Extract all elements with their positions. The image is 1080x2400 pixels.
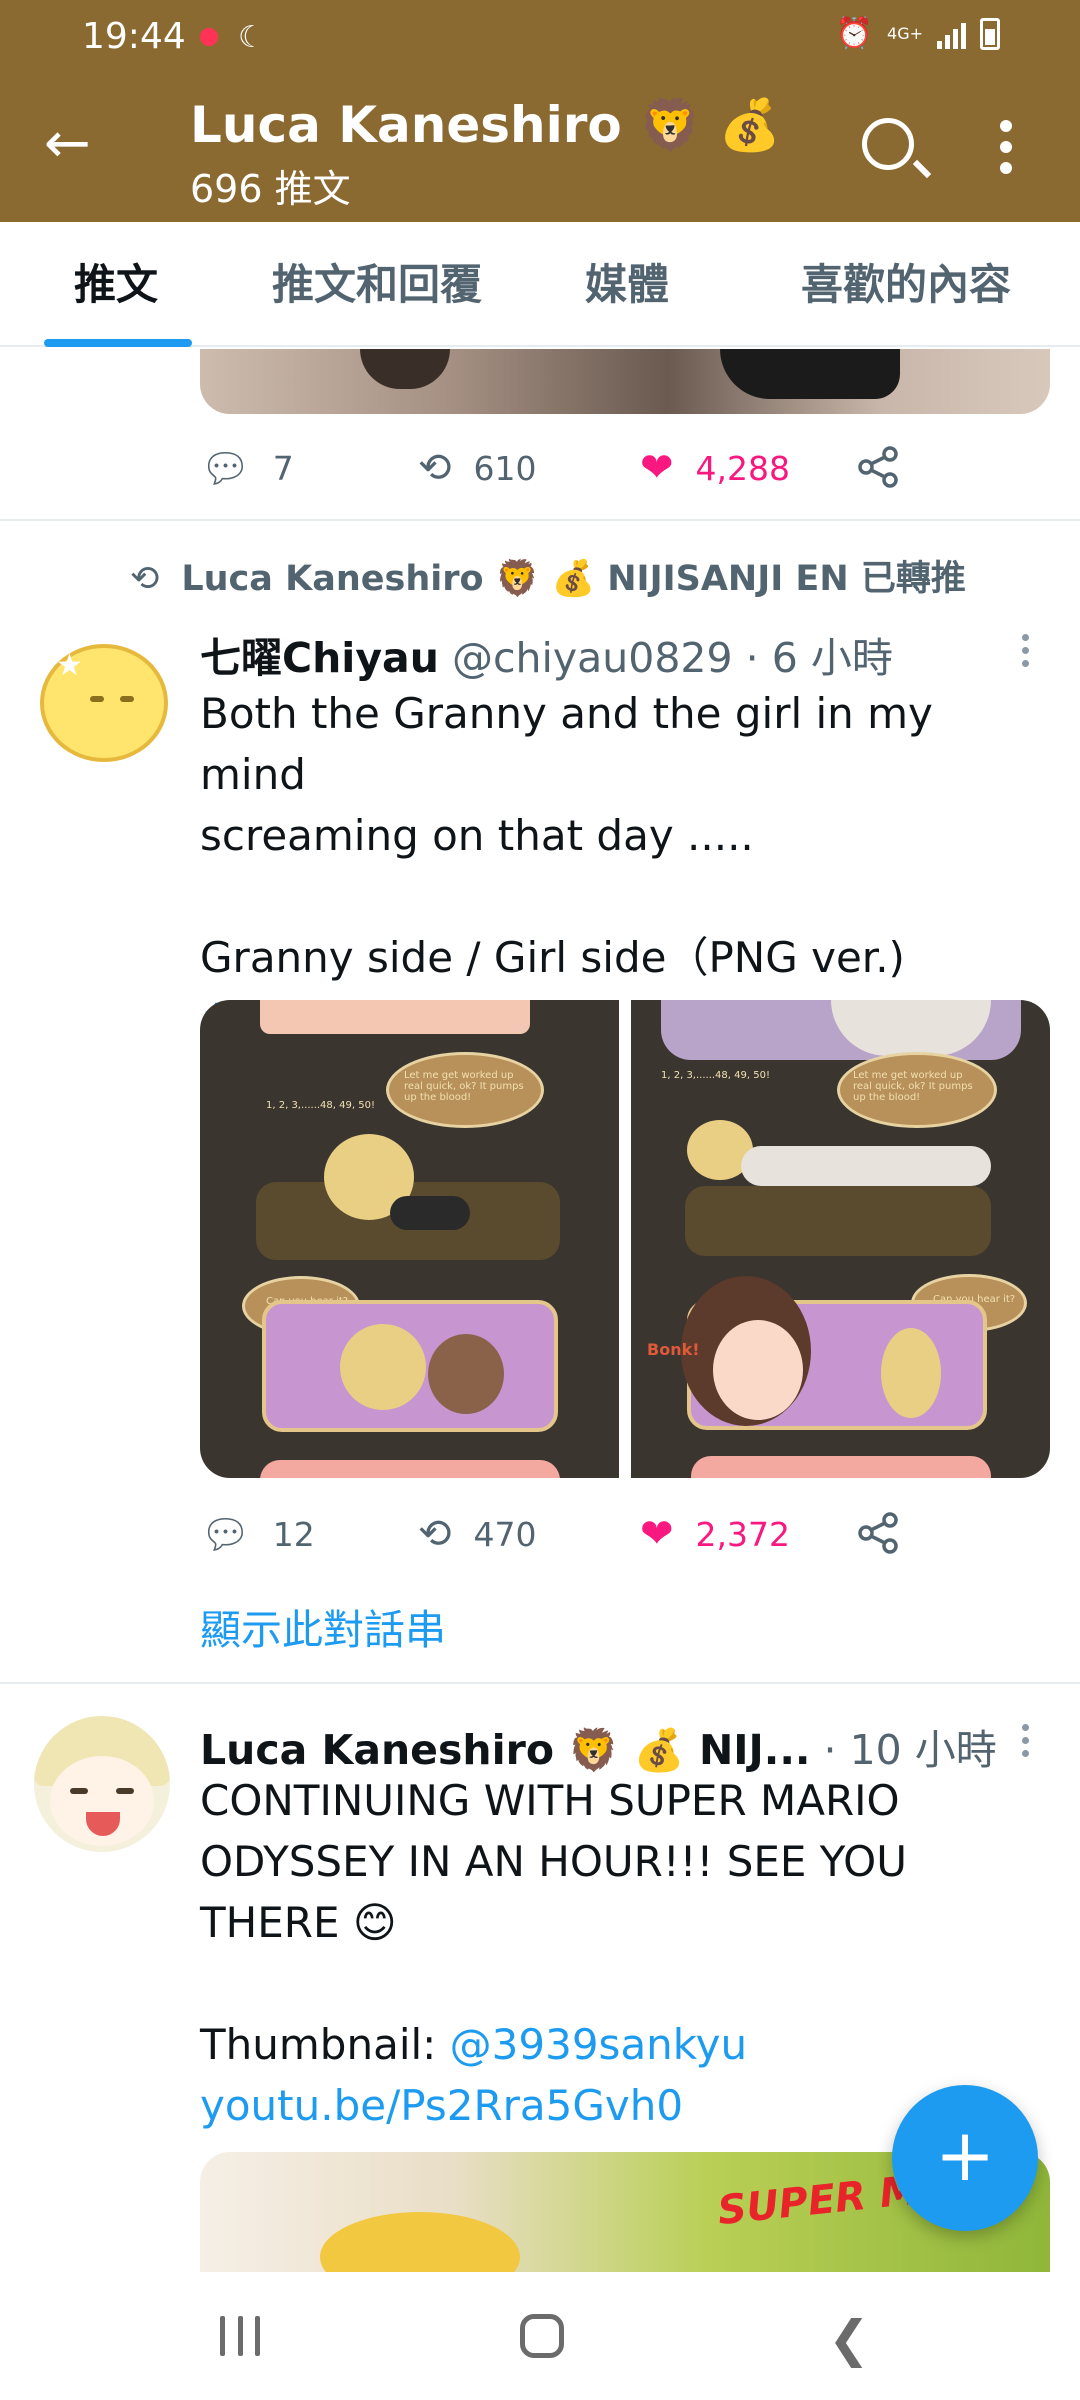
tweet-actions: 💬︎ 12 ⟲ 470 ❤ 2,372 bbox=[200, 1504, 920, 1564]
retweet-context-label: Luca Kaneshiro 🦁 💰 NIJISANJI EN 已轉推 bbox=[181, 559, 966, 599]
reply-button[interactable]: 💬︎ 7 bbox=[200, 438, 294, 498]
share-icon[interactable] bbox=[856, 444, 902, 490]
retweet-icon: ⟲ bbox=[130, 559, 160, 599]
previous-tweet-actions: 💬︎ 7 ⟲ 610 ❤ 4,288 bbox=[200, 438, 920, 498]
retweet-button[interactable]: ⟲ 610 bbox=[418, 438, 537, 498]
tweet-text-line: THERE 😊 bbox=[200, 1898, 397, 1947]
recent-apps-icon[interactable] bbox=[220, 2316, 260, 2356]
tweet-text-line: Thumbnail: @3939sankyu bbox=[200, 2014, 1040, 2075]
avatar[interactable]: ★ bbox=[34, 634, 170, 770]
author-handle-time[interactable]: @chiyau0829 · 6 小時 bbox=[452, 634, 893, 682]
tweet-text-line: Granny side / Girl side（PNG ver.) bbox=[200, 933, 905, 982]
avatar[interactable] bbox=[34, 1716, 170, 1852]
reply-icon: 💬︎ bbox=[200, 1511, 251, 1558]
profile-title: Luca Kaneshiro 🦁 💰 … bbox=[190, 96, 790, 154]
tweet-image-pair: Let me get worked up real quick, ok? It … bbox=[200, 1000, 1050, 1478]
reply-button[interactable]: 💬︎ 12 bbox=[200, 1504, 315, 1564]
profile-header: 19:44 ☾ ⏰ 4G+ ← Luca Kaneshiro 🦁 💰 … 696… bbox=[0, 0, 1080, 222]
tweet-header: 七曜Chiyau @chiyau0829 · 6 小時 bbox=[200, 624, 893, 684]
image-caption: 1, 2, 3,......48, 49, 50! bbox=[266, 1100, 375, 1111]
network-type: 4G+ bbox=[887, 23, 923, 43]
tab-media[interactable]: 媒體 bbox=[522, 222, 732, 347]
heart-icon: ❤ bbox=[640, 1511, 674, 1557]
show-thread-link[interactable]: 顯示此對話串 bbox=[200, 1596, 446, 1656]
reply-icon: 💬︎ bbox=[200, 445, 251, 492]
divider bbox=[0, 1682, 1080, 1684]
like-count: 4,288 bbox=[695, 448, 790, 488]
reply-count: 7 bbox=[272, 448, 294, 488]
status-time: 19:44 bbox=[82, 16, 186, 57]
tweet-image-left[interactable]: Let me get worked up real quick, ok? It … bbox=[200, 1000, 619, 1478]
battery-icon bbox=[980, 17, 1000, 50]
dnd-moon-icon: ☾ bbox=[238, 20, 265, 55]
tab-tweets[interactable]: 推文 bbox=[0, 222, 232, 347]
retweet-icon: ⟲ bbox=[418, 445, 452, 491]
tab-likes[interactable]: 喜歡的內容 bbox=[732, 222, 1080, 347]
heart-icon: ❤ bbox=[640, 445, 674, 491]
author-name[interactable]: Luca Kaneshiro 🦁 💰 NIJ... bbox=[200, 1726, 811, 1774]
retweet-count: 610 bbox=[473, 448, 537, 488]
image-caption: Let me get worked up real quick, ok? It … bbox=[853, 1070, 973, 1103]
like-button[interactable]: ❤ 4,288 bbox=[640, 438, 790, 498]
retweet-context[interactable]: ⟲ Luca Kaneshiro 🦁 💰 NIJISANJI EN 已轉推 bbox=[130, 550, 966, 601]
system-navigation-bar: ❮ bbox=[0, 2272, 1080, 2400]
status-icons: ⏰ 4G+ bbox=[836, 16, 1000, 51]
image-caption: Bonk! bbox=[647, 1340, 700, 1359]
tweet-text-line: Both the Granny and the girl in my mind bbox=[200, 689, 933, 799]
share-icon[interactable] bbox=[856, 1510, 902, 1556]
like-button[interactable]: ❤ 2,372 bbox=[640, 1504, 790, 1564]
tweet-text-line: CONTINUING WITH SUPER MARIO bbox=[200, 1776, 900, 1825]
image-caption: Let me get worked up real quick, ok? It … bbox=[404, 1070, 524, 1103]
signal-icon bbox=[937, 19, 966, 49]
tweet-text-line: screaming on that day ..... bbox=[200, 811, 754, 860]
tweet-more-icon[interactable] bbox=[1022, 1724, 1030, 1764]
author-name[interactable]: 七曜Chiyau bbox=[200, 634, 439, 682]
reply-count: 12 bbox=[272, 1514, 315, 1554]
tab-tweets-replies[interactable]: 推文和回覆 bbox=[232, 222, 522, 347]
image-caption: 1, 2, 3,......48, 49, 50! bbox=[661, 1070, 770, 1081]
tweet-text: Both the Granny and the girl in my mind … bbox=[200, 683, 1040, 1049]
thumbnail-label: Thumbnail: bbox=[200, 2020, 450, 2069]
recording-indicator-icon bbox=[200, 28, 218, 46]
status-bar: 19:44 ☾ ⏰ 4G+ bbox=[0, 0, 1080, 78]
profile-tabs: 推文 推文和回覆 媒體 喜歡的內容 bbox=[0, 222, 1080, 347]
back-arrow-icon[interactable]: ← bbox=[44, 116, 104, 176]
tweet-text-line: ODYSSEY IN AN HOUR!!! SEE YOU bbox=[200, 1837, 907, 1886]
tweet-image-right[interactable]: 1, 2, 3,......48, 49, 50! Let me get wor… bbox=[631, 1000, 1050, 1478]
alarm-icon: ⏰ bbox=[835, 16, 874, 51]
more-vertical-icon[interactable] bbox=[998, 120, 1014, 180]
like-count: 2,372 bbox=[695, 1514, 790, 1554]
tweet-more-icon[interactable] bbox=[1022, 634, 1030, 674]
divider bbox=[0, 519, 1080, 521]
mention-link[interactable]: @3939sankyu bbox=[450, 2020, 747, 2069]
tweet-count: 696 推文 bbox=[190, 167, 351, 211]
retweet-icon: ⟲ bbox=[418, 1511, 452, 1557]
retweet-button[interactable]: ⟲ 470 bbox=[418, 1504, 537, 1564]
home-icon[interactable] bbox=[520, 2314, 564, 2358]
tweet-header: Luca Kaneshiro 🦁 💰 NIJ... · 10 小時 bbox=[200, 1716, 997, 1776]
retweet-count: 470 bbox=[473, 1514, 537, 1554]
tweet-text: CONTINUING WITH SUPER MARIO ODYSSEY IN A… bbox=[200, 1770, 1040, 2136]
compose-tweet-button[interactable]: + bbox=[892, 2085, 1038, 2231]
tweet-time[interactable]: · 10 小時 bbox=[811, 1726, 997, 1774]
search-icon[interactable] bbox=[862, 118, 914, 170]
system-back-icon[interactable]: ❮ bbox=[828, 2310, 870, 2368]
previous-tweet-image[interactable] bbox=[200, 349, 1050, 414]
plus-icon: + bbox=[934, 2113, 996, 2197]
